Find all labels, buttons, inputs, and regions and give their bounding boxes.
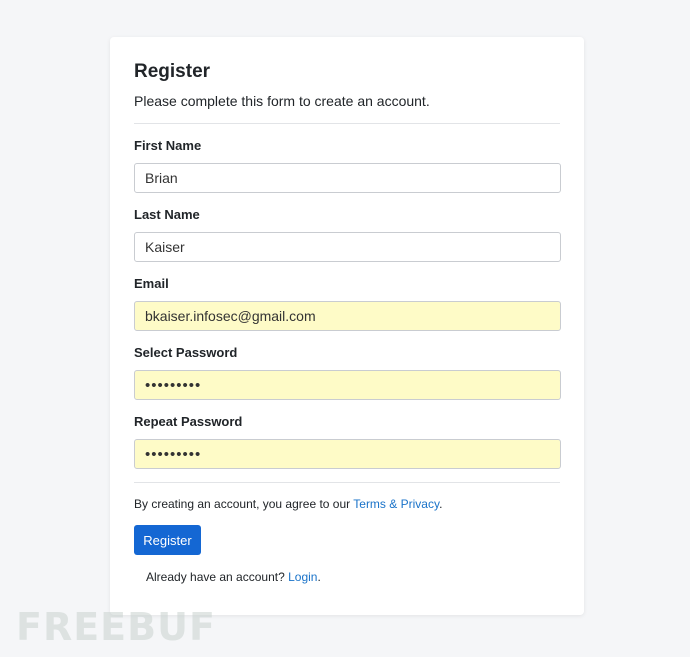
terms-agreement: By creating an account, you agree to our…: [134, 496, 560, 512]
last-name-group: Last Name: [134, 206, 561, 262]
repeat-password-group: Repeat Password: [134, 413, 561, 469]
login-link[interactable]: Login: [288, 570, 317, 584]
form-subtitle: Please complete this form to create an a…: [134, 93, 430, 109]
terms-privacy-link[interactable]: Terms & Privacy: [353, 497, 439, 511]
first-name-group: First Name: [134, 137, 561, 193]
terms-agreement-text: By creating an account, you agree to our: [134, 497, 354, 511]
terms-agreement-end: .: [439, 497, 443, 511]
bottom-divider: [134, 482, 560, 483]
top-divider: [134, 123, 560, 124]
first-name-label: First Name: [134, 138, 202, 153]
email-label: Email: [134, 276, 169, 291]
register-button[interactable]: Register: [134, 525, 201, 555]
repeat-password-input[interactable]: [134, 439, 561, 469]
select-password-group: Select Password: [134, 344, 561, 400]
select-password-label: Select Password: [134, 345, 238, 360]
last-name-label: Last Name: [134, 207, 200, 222]
repeat-password-label: Repeat Password: [134, 414, 243, 429]
form-title: Register: [134, 61, 211, 82]
email-group: Email: [134, 275, 561, 331]
last-name-input[interactable]: [134, 232, 561, 262]
login-prompt-text: Already have an account?: [146, 570, 289, 584]
register-card: Register Please complete this form to cr…: [110, 37, 584, 615]
email-input[interactable]: [134, 301, 561, 331]
login-prompt: Already have an account? Login.: [134, 569, 560, 585]
freebuf-watermark: FREEBUF: [16, 605, 216, 649]
first-name-input[interactable]: [134, 163, 561, 193]
select-password-input[interactable]: [134, 370, 561, 400]
login-prompt-end: .: [317, 570, 321, 584]
